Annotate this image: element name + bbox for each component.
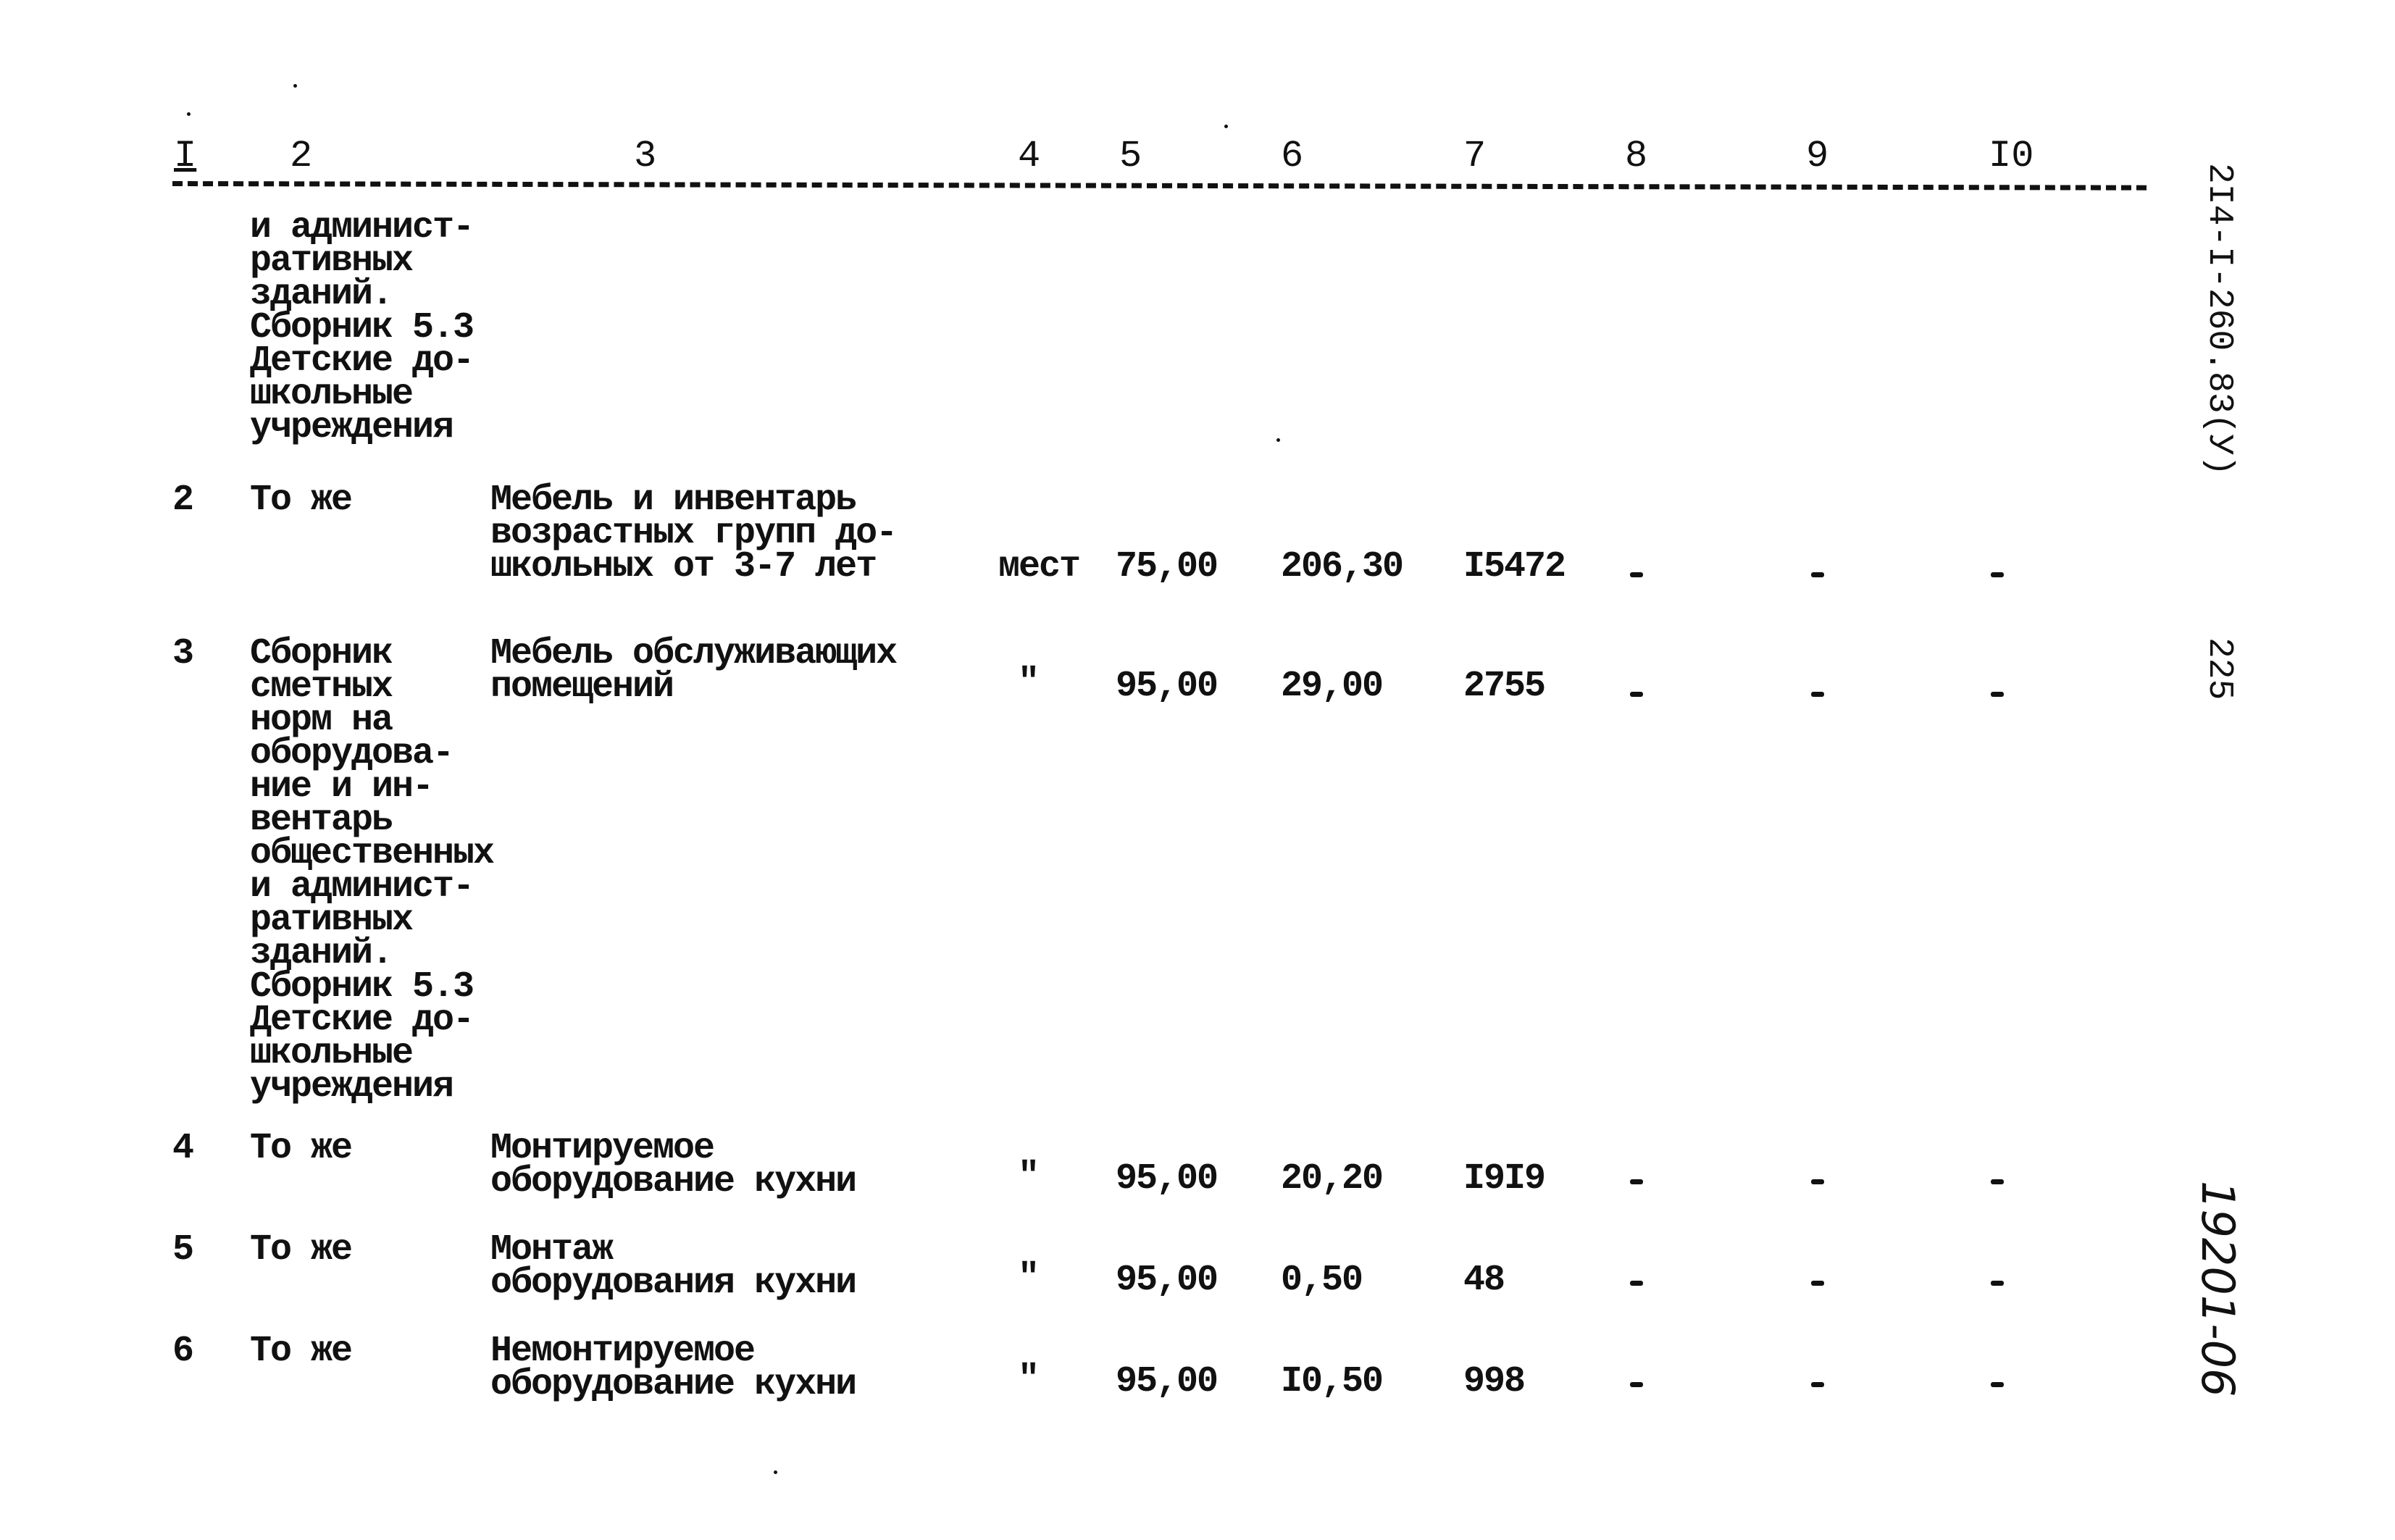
cell-name: Немонтируемое оборудование кухни <box>490 1331 857 1405</box>
column-header-10: I0 <box>1989 135 2034 177</box>
cell-number: 5 <box>172 1229 194 1271</box>
cell-source: То же <box>250 1128 353 1169</box>
cell-col9-dash <box>1811 1281 1824 1286</box>
cell-col5: 75,00 <box>1116 546 1219 587</box>
cell-col7: 48 <box>1463 1260 1505 1301</box>
cell-col9-dash <box>1811 692 1824 697</box>
cell-col8-dash <box>1630 1281 1643 1286</box>
cell-col6: 29,00 <box>1281 666 1384 707</box>
cell-number: 6 <box>172 1331 194 1372</box>
column-header-4: 4 <box>1018 135 1041 177</box>
cell-col6: 0,50 <box>1281 1260 1363 1301</box>
cell-col6: I0,50 <box>1281 1361 1384 1402</box>
cell-source: То же <box>250 1229 353 1271</box>
cell-col7: I5472 <box>1463 546 1566 587</box>
column-header-9: 9 <box>1806 135 1829 177</box>
cell-name: Монтируемое оборудование кухни <box>490 1128 857 1202</box>
cell-source: То же <box>250 1331 353 1372</box>
cell-col5: 95,00 <box>1116 1361 1219 1402</box>
cell-col5: 95,00 <box>1116 666 1219 707</box>
column-header-7: 7 <box>1463 135 1487 177</box>
cell-number: 4 <box>172 1128 194 1169</box>
cell-col10-dash <box>1991 572 2004 577</box>
scan-speck <box>293 84 297 88</box>
cell-col10-dash <box>1991 692 2004 697</box>
cell-unit: " <box>1018 1257 1040 1299</box>
cell-col8-dash <box>1630 692 1643 697</box>
column-header-8: 8 <box>1625 135 1648 177</box>
handwritten-code: 19201-06 <box>2191 1181 2244 1397</box>
cell-col8-dash <box>1630 572 1643 577</box>
scan-speck <box>1276 438 1280 442</box>
cell-number: 3 <box>172 633 194 674</box>
cell-col7: 998 <box>1463 1361 1526 1402</box>
document-code: 2I4-I-260.83(У) <box>2199 163 2239 477</box>
cell-col9-dash <box>1811 1382 1824 1387</box>
scan-speck <box>1224 125 1228 128</box>
cell-col10-dash <box>1991 1179 2004 1184</box>
cell-name: Мебель и инвентарь возрастных групп до- … <box>490 480 898 587</box>
cell-col5: 95,00 <box>1116 1260 1219 1301</box>
cell-source: и админист- ративных зданий. Сборник 5.3… <box>250 207 475 448</box>
page-number: 225 <box>2199 637 2239 700</box>
cell-col8-dash <box>1630 1179 1643 1184</box>
cell-name: Монтаж оборудования кухни <box>490 1229 857 1304</box>
cell-col7: 2755 <box>1463 666 1546 707</box>
scan-speck <box>187 112 191 116</box>
column-header-6: 6 <box>1281 135 1304 177</box>
cell-source: Сборник сметных норм на оборудова- ние и… <box>250 633 495 1108</box>
cell-col7: I9I9 <box>1463 1158 1546 1200</box>
column-header-5: 5 <box>1119 135 1142 177</box>
cell-col10-dash <box>1991 1382 2004 1387</box>
cell-col5: 95,00 <box>1116 1158 1219 1200</box>
cell-unit: " <box>1018 1156 1040 1197</box>
cell-col6: 206,30 <box>1281 546 1404 587</box>
column-header-2: 2 <box>290 135 313 177</box>
column-header-3: 3 <box>634 135 657 177</box>
cell-col9-dash <box>1811 572 1824 577</box>
cell-col8-dash <box>1630 1382 1643 1387</box>
cell-unit: " <box>1018 1359 1040 1400</box>
header-divider <box>172 181 2147 191</box>
cell-number: 2 <box>172 480 194 521</box>
cell-col10-dash <box>1991 1281 2004 1286</box>
cell-source: То же <box>250 480 353 521</box>
column-header-1: I <box>174 135 197 177</box>
cell-unit: мест <box>998 546 1081 587</box>
cell-unit: " <box>1018 662 1040 703</box>
scan-speck <box>774 1470 777 1474</box>
cell-name: Мебель обслуживающих помещений <box>490 633 898 708</box>
cell-col6: 20,20 <box>1281 1158 1384 1200</box>
cell-col9-dash <box>1811 1179 1824 1184</box>
